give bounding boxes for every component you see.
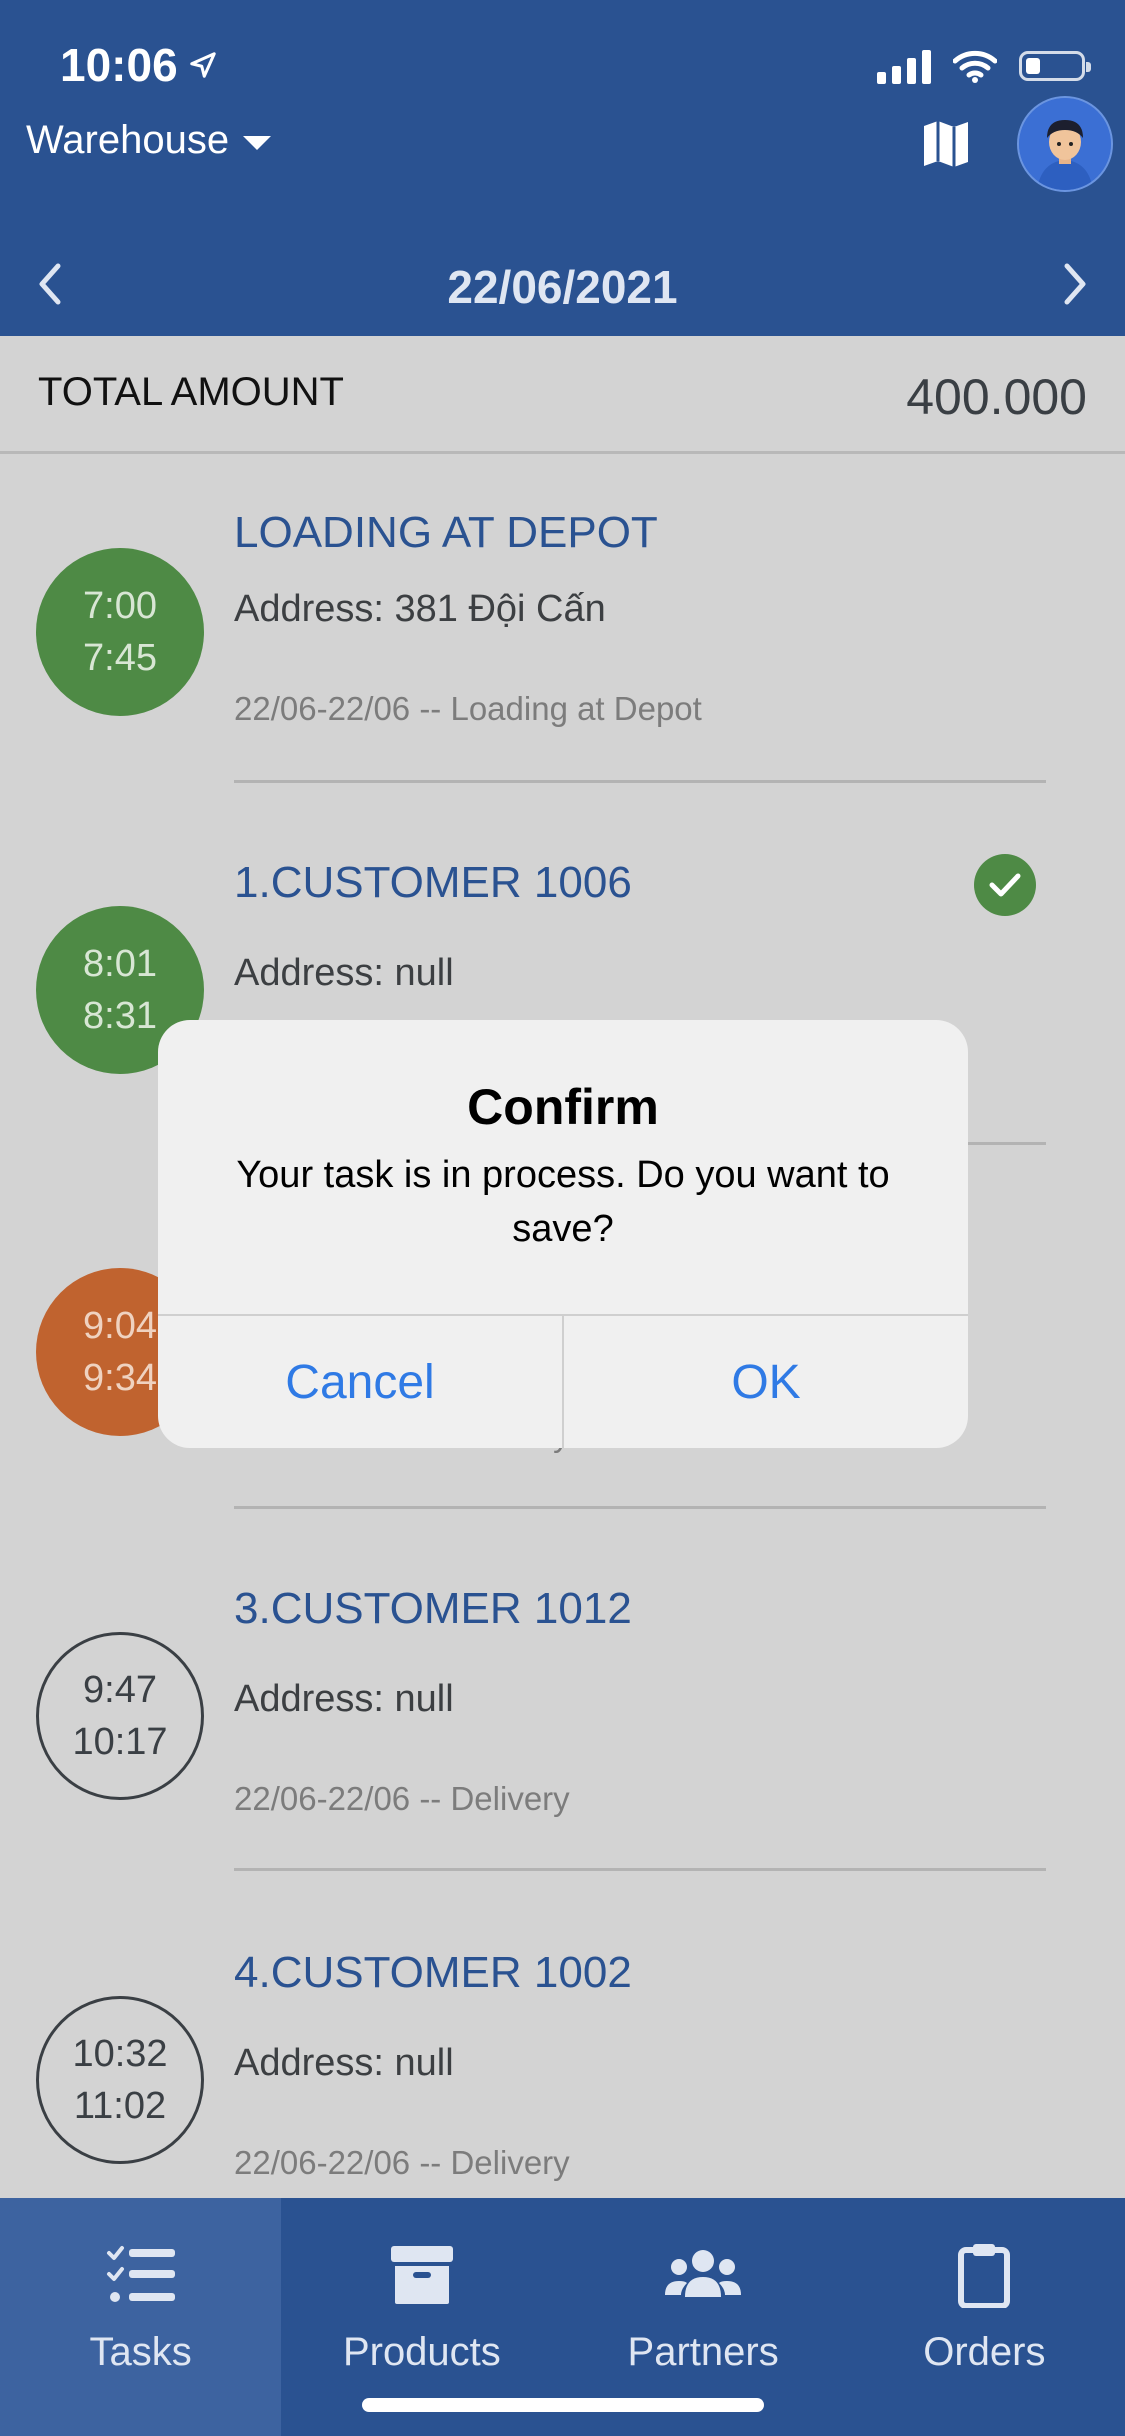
start-time: 10:32 [72, 2033, 168, 2075]
task-meta: 22/06-22/06 -- Delivery [234, 1780, 570, 1817]
task-title: 4.CUSTOMER 1002 [234, 1948, 632, 1997]
checkmark-icon [974, 854, 1036, 916]
end-time: 10:17 [72, 1721, 168, 1763]
next-date-button[interactable] [1043, 254, 1103, 314]
divider [234, 1868, 1046, 1871]
start-time: 9:04 [83, 1305, 157, 1347]
time-window-badge: 10:32 11:02 [36, 1996, 204, 2164]
tab-label: Products [342, 2330, 501, 2374]
task-meta: 22/06-22/06 -- Loading at Depot [234, 690, 702, 727]
clock-text: 10:06 [60, 39, 178, 91]
avatar[interactable] [1017, 96, 1113, 192]
users-icon [664, 2240, 742, 2310]
task-address: Address: null [234, 1678, 454, 1720]
task-meta: 22/06-22/06 -- Delivery [234, 2144, 570, 2181]
task-item[interactable]: 7:00 7:45 LOADING AT DEPOT Address: 381 … [0, 454, 1125, 818]
confirm-dialog: Confirm Your task is in process. Do you … [158, 1020, 968, 1448]
end-time: 7:45 [83, 637, 157, 679]
cellular-signal-icon [877, 48, 931, 84]
task-title: 1.CUSTOMER 1006 [234, 858, 632, 907]
tab-label: Tasks [89, 2330, 192, 2374]
caret-down-icon [243, 135, 272, 150]
start-time: 9:47 [83, 1669, 157, 1711]
tab-label: Orders [923, 2330, 1046, 2374]
status-bar: 10:06 [0, 0, 1125, 130]
map-button[interactable] [918, 118, 974, 170]
start-time: 7:00 [83, 585, 157, 627]
tab-tasks[interactable]: Tasks [0, 2198, 282, 2436]
app-header: 10:06 Warehouse 22/06/2021 [0, 0, 1125, 336]
total-amount-bar: TOTAL AMOUNT 400.000 [0, 336, 1125, 454]
task-title: 3.CUSTOMER 1012 [234, 1584, 632, 1633]
location-arrow-icon [189, 52, 216, 78]
divider [234, 1506, 1046, 1509]
task-item[interactable]: 9:47 10:17 3.CUSTOMER 1012 Address: null… [0, 1544, 1125, 1908]
dialog-actions: Cancel OK [158, 1314, 968, 1448]
end-time: 8:31 [83, 995, 157, 1037]
end-time: 11:02 [73, 2085, 167, 2127]
total-amount-label: TOTAL AMOUNT [38, 370, 344, 414]
warehouse-label: Warehouse [26, 118, 230, 162]
time-window-badge: 7:00 7:45 [36, 548, 204, 716]
map-icon [924, 121, 968, 167]
archive-box-icon [383, 2240, 461, 2310]
total-amount-value: 400.000 [906, 369, 1087, 425]
wifi-icon [953, 50, 997, 83]
status-time: 10:06 [60, 38, 218, 92]
divider [234, 780, 1046, 783]
task-list-icon [102, 2240, 180, 2310]
dialog-title: Confirm [467, 1079, 659, 1135]
start-time: 8:01 [83, 943, 157, 985]
dialog-message: Your task is in process. Do you want to … [236, 1154, 890, 1250]
chevron-right-icon [1064, 263, 1086, 305]
tab-orders[interactable]: Orders [844, 2198, 1125, 2436]
ok-button[interactable]: OK [562, 1316, 968, 1448]
clipboard-icon [945, 2240, 1023, 2310]
current-date: 22/06/2021 [447, 261, 678, 313]
battery-icon [1019, 51, 1091, 81]
user-avatar-icon [1019, 98, 1111, 190]
task-address: Address: null [234, 2042, 454, 2084]
cancel-button[interactable]: Cancel [158, 1316, 562, 1448]
task-title: LOADING AT DEPOT [234, 508, 658, 557]
end-time: 9:34 [83, 1357, 157, 1399]
date-navigator: 22/06/2021 [0, 230, 1125, 336]
tab-label: Partners [627, 2330, 779, 2374]
task-address: Address: null [234, 952, 454, 994]
status-icons [877, 48, 1091, 84]
time-window-badge: 9:47 10:17 [36, 1632, 204, 1800]
task-address: Address: 381 Đội Cấn [234, 588, 606, 630]
home-indicator [362, 2398, 764, 2412]
warehouse-selector[interactable]: Warehouse [26, 118, 272, 163]
